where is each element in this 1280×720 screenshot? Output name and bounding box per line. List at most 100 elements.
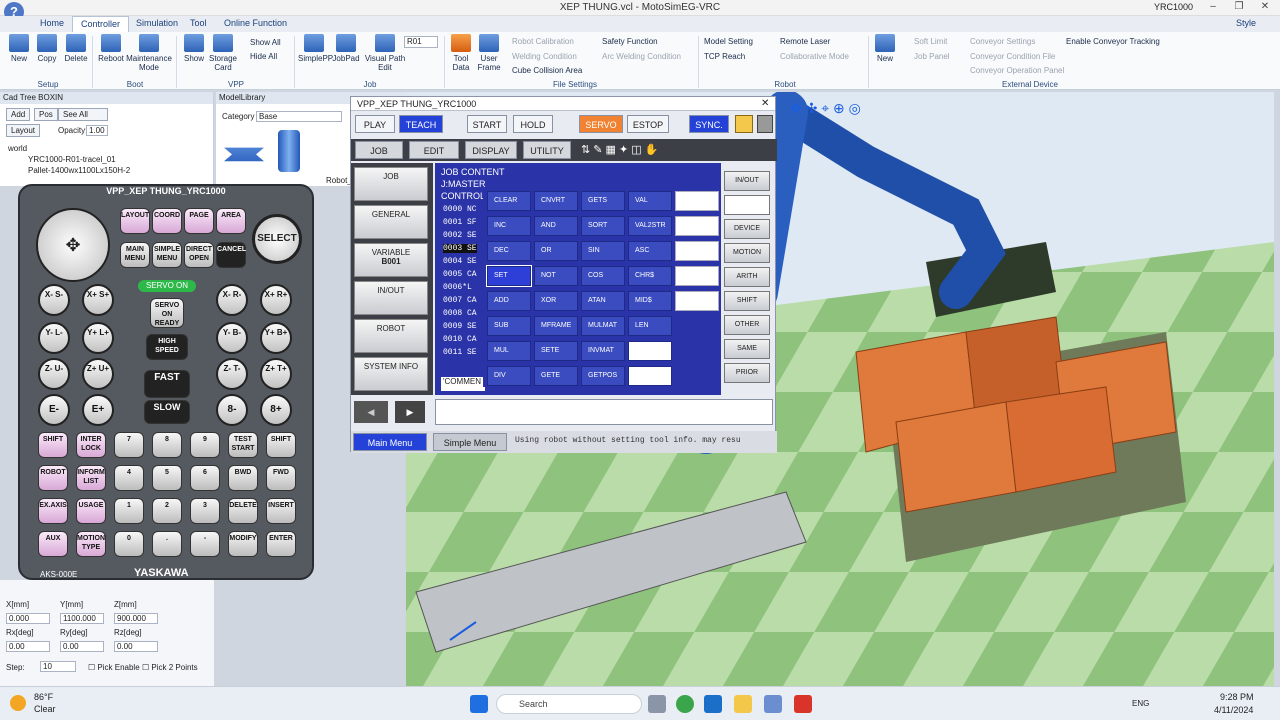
rz-minus-key[interactable]: Z- T-: [216, 358, 248, 390]
arith-instruction-button[interactable]: OR: [534, 241, 578, 261]
arith-instruction-button[interactable]: CLEAR: [487, 191, 531, 211]
x-minus-key[interactable]: X- S-: [38, 284, 70, 316]
see-all-select[interactable]: See All: [58, 108, 108, 121]
arith-instruction-button[interactable]: ASC: [628, 241, 672, 261]
z-minus-key[interactable]: Z- U-: [38, 358, 70, 390]
minimize-icon[interactable]: –: [1200, 1, 1226, 15]
axis8-minus-key[interactable]: 8-: [216, 394, 248, 426]
pendant-key[interactable]: 0: [114, 531, 144, 557]
arith-instruction-button[interactable]: LEN: [628, 316, 672, 336]
axis8-plus-key[interactable]: 8+: [260, 394, 292, 426]
remote-laser-button[interactable]: Remote Laser: [780, 37, 830, 46]
estop-button[interactable]: ESTOP: [627, 115, 669, 133]
cube-collision-button[interactable]: Cube Collision Area: [512, 66, 582, 75]
task-view-icon[interactable]: [648, 695, 666, 713]
job-panel-button[interactable]: Job Panel: [914, 52, 950, 61]
arith-instruction-button[interactable]: DIV: [487, 366, 531, 386]
job-line[interactable]: 0004 SE: [443, 257, 477, 266]
arith-instruction-button[interactable]: INVMAT: [581, 341, 625, 361]
pendant-key[interactable]: TEST START: [228, 432, 258, 458]
job-line[interactable]: 0006*L: [443, 283, 472, 292]
arith-instruction-button[interactable]: SIN: [581, 241, 625, 261]
pendant-key[interactable]: 2: [152, 498, 182, 524]
arith-instruction-button[interactable]: GETS: [581, 191, 625, 211]
tree-item-robot[interactable]: YRC1000-R01-tracel_01: [28, 155, 116, 164]
function-key[interactable]: DEVICE: [724, 219, 770, 239]
pendant-key[interactable]: SHIFT: [38, 432, 68, 458]
page-back-icon[interactable]: ◀: [354, 401, 388, 423]
maximize-icon[interactable]: ❐: [1226, 1, 1252, 15]
pendant-key[interactable]: INTER LOCK: [76, 432, 106, 458]
z-input[interactable]: 900.000: [114, 613, 158, 624]
menu-display[interactable]: DISPLAY: [465, 141, 517, 159]
hide-all-button[interactable]: Hide All: [250, 52, 277, 61]
arith-instruction-button[interactable]: MID$: [628, 291, 672, 311]
start-icon[interactable]: [470, 695, 488, 713]
arith-instruction-button[interactable]: XOR: [534, 291, 578, 311]
pendant-key[interactable]: BWD: [228, 465, 258, 491]
layout-key[interactable]: LAYOUT: [120, 208, 150, 234]
arith-instruction-button[interactable]: SETE: [534, 341, 578, 361]
welding-condition-button[interactable]: Welding Condition: [512, 52, 577, 61]
arith-instruction-button[interactable]: VAL: [628, 191, 672, 211]
visual-path-edit-button[interactable]: Visual Path Edit: [364, 34, 406, 72]
pendant-key[interactable]: ROBOT: [38, 465, 68, 491]
base-model-thumbnail[interactable]: [224, 147, 264, 162]
conveyor-condition-file-button[interactable]: Conveyor Condition File: [970, 52, 1055, 61]
arith-instruction-button[interactable]: SORT: [581, 216, 625, 236]
pendant-key[interactable]: DELETE: [228, 498, 258, 524]
fast-key[interactable]: FAST: [144, 370, 190, 398]
tab-home[interactable]: Home: [32, 16, 72, 32]
pendant-key[interactable]: 4: [114, 465, 144, 491]
function-key[interactable]: MOTION: [724, 243, 770, 263]
ry-plus-key[interactable]: Y+ B+: [260, 322, 292, 354]
sync-button[interactable]: SYNC.: [689, 115, 729, 133]
rx-plus-key[interactable]: X+ R+: [260, 284, 292, 316]
pendant-key[interactable]: USAGE: [76, 498, 106, 524]
robot-select[interactable]: R01: [404, 36, 438, 48]
job-line[interactable]: 0002 SE: [443, 231, 477, 240]
safety-function-button[interactable]: Safety Function: [602, 37, 658, 46]
function-key[interactable]: IN/OUT: [724, 171, 770, 191]
ry-minus-key[interactable]: Y- B-: [216, 322, 248, 354]
y-minus-key[interactable]: Y- L-: [38, 322, 70, 354]
tab-controller[interactable]: Controller: [72, 16, 130, 32]
chrome-icon[interactable]: [676, 695, 694, 713]
coord-key[interactable]: COORD: [152, 208, 182, 234]
pillar-model-thumbnail[interactable]: [278, 130, 300, 172]
job-line[interactable]: 0008 CA: [443, 309, 477, 318]
pendant-key[interactable]: 7: [114, 432, 144, 458]
arith-instruction-button[interactable]: DEC: [487, 241, 531, 261]
arith-instruction-button[interactable]: [628, 366, 672, 386]
arith-instruction-button[interactable]: ADD: [487, 291, 531, 311]
arith-instruction-button[interactable]: MULMAT: [581, 316, 625, 336]
pendant-key[interactable]: 5: [152, 465, 182, 491]
trash-icon[interactable]: [757, 115, 773, 133]
job-line[interactable]: 0001 SF: [443, 218, 477, 227]
collaborative-mode-button[interactable]: Collaborative Mode: [780, 52, 849, 61]
function-key[interactable]: [724, 195, 770, 215]
page-key[interactable]: PAGE: [184, 208, 214, 234]
e-plus-key[interactable]: E+: [82, 394, 114, 426]
show-button[interactable]: Show: [180, 34, 208, 63]
side-robot[interactable]: ROBOT: [354, 319, 428, 353]
input-line[interactable]: [435, 399, 773, 425]
arith-instruction-button[interactable]: GETPOS: [581, 366, 625, 386]
tab-simulation[interactable]: Simulation: [128, 16, 186, 32]
arith-instruction-button[interactable]: MFRAME: [534, 316, 578, 336]
pick-two-points-checkbox[interactable]: ☐ Pick 2 Points: [142, 663, 198, 672]
pick-enable-checkbox[interactable]: ☐ Pick Enable: [88, 663, 140, 672]
model-setting-button[interactable]: Model Setting: [704, 37, 753, 46]
search-box[interactable]: Search: [496, 694, 642, 714]
side-in-out[interactable]: IN/OUT: [354, 281, 428, 315]
show-all-button[interactable]: Show All: [250, 38, 281, 47]
pendant-key[interactable]: SHIFT: [266, 432, 296, 458]
function-key[interactable]: SAME: [724, 339, 770, 359]
pendant-key[interactable]: ENTER: [266, 531, 296, 557]
pendant-key[interactable]: 6: [190, 465, 220, 491]
arith-instruction-button[interactable]: AND: [534, 216, 578, 236]
cancel-key[interactable]: CANCEL: [216, 242, 246, 268]
function-key[interactable]: ARITH: [724, 267, 770, 287]
high-speed-key[interactable]: HIGH SPEED: [146, 334, 188, 360]
function-key[interactable]: SHIFT: [724, 291, 770, 311]
